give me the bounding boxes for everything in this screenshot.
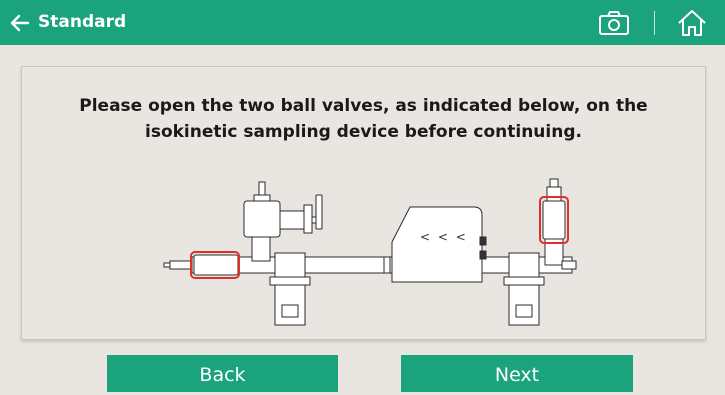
sampling-device-diagram: < < < (163, 178, 577, 326)
home-icon[interactable] (676, 8, 708, 38)
page-title: Standard (38, 12, 127, 32)
next-button[interactable]: Next (401, 355, 633, 392)
header-divider (654, 11, 655, 35)
instruction-panel: Please open the two ball valves, as indi… (21, 66, 706, 340)
top-bar: Standard (0, 0, 725, 45)
back-button[interactable]: Back (107, 355, 338, 392)
back-arrow-icon[interactable] (8, 11, 32, 35)
camera-icon[interactable] (598, 10, 630, 36)
instruction-text: Please open the two ball valves, as indi… (22, 93, 705, 145)
flow-direction-label: < < < (420, 230, 468, 244)
instruction-line-1: Please open the two ball valves, as indi… (79, 96, 648, 116)
instruction-line-2: isokinetic sampling device before contin… (145, 122, 582, 142)
